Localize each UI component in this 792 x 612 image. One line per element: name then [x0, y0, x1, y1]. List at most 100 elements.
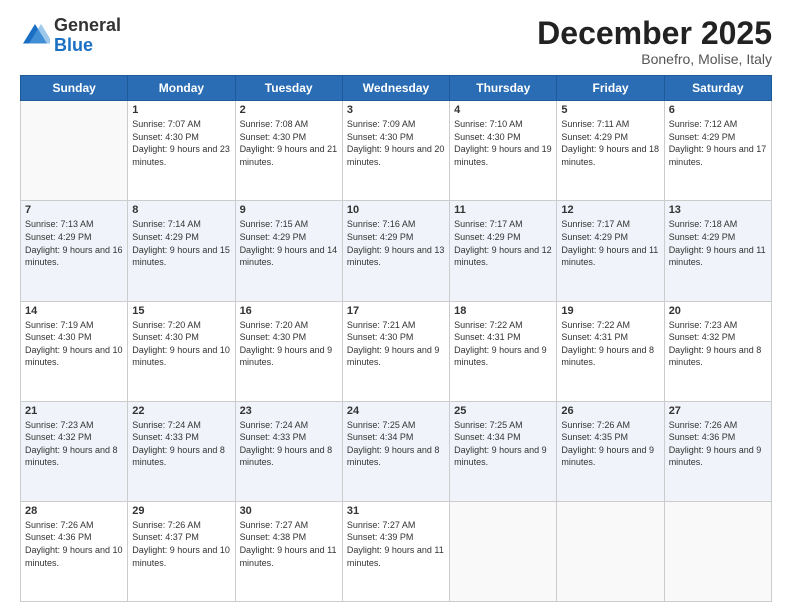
day-info: Sunrise: 7:20 AMSunset: 4:30 PMDaylight:…: [132, 319, 230, 369]
day-number: 2: [240, 104, 338, 116]
table-row: [21, 101, 128, 201]
table-row: 30 Sunrise: 7:27 AMSunset: 4:38 PMDayligh…: [235, 501, 342, 601]
day-number: 14: [25, 305, 123, 317]
day-number: 8: [132, 204, 230, 216]
table-row: [557, 501, 664, 601]
day-number: 26: [561, 405, 659, 417]
table-row: 8 Sunrise: 7:14 AMSunset: 4:29 PMDaylight…: [128, 201, 235, 301]
day-number: 24: [347, 405, 445, 417]
day-info: Sunrise: 7:25 AMSunset: 4:34 PMDaylight:…: [347, 419, 445, 469]
day-info: Sunrise: 7:27 AMSunset: 4:38 PMDaylight:…: [240, 519, 338, 569]
day-number: 12: [561, 204, 659, 216]
day-info: Sunrise: 7:17 AMSunset: 4:29 PMDaylight:…: [561, 218, 659, 268]
day-info: Sunrise: 7:22 AMSunset: 4:31 PMDaylight:…: [561, 319, 659, 369]
day-number: 30: [240, 505, 338, 517]
day-info: Sunrise: 7:24 AMSunset: 4:33 PMDaylight:…: [240, 419, 338, 469]
day-number: 10: [347, 204, 445, 216]
day-number: 19: [561, 305, 659, 317]
day-info: Sunrise: 7:26 AMSunset: 4:35 PMDaylight:…: [561, 419, 659, 469]
day-info: Sunrise: 7:14 AMSunset: 4:29 PMDaylight:…: [132, 218, 230, 268]
header-saturday: Saturday: [664, 76, 771, 101]
day-info: Sunrise: 7:13 AMSunset: 4:29 PMDaylight:…: [25, 218, 123, 268]
day-info: Sunrise: 7:09 AMSunset: 4:30 PMDaylight:…: [347, 118, 445, 168]
header-friday: Friday: [557, 76, 664, 101]
table-row: 15 Sunrise: 7:20 AMSunset: 4:30 PMDayligh…: [128, 301, 235, 401]
month-title: December 2025: [537, 16, 772, 51]
day-number: 22: [132, 405, 230, 417]
header-sunday: Sunday: [21, 76, 128, 101]
table-row: 29 Sunrise: 7:26 AMSunset: 4:37 PMDayligh…: [128, 501, 235, 601]
table-row: 27 Sunrise: 7:26 AMSunset: 4:36 PMDayligh…: [664, 401, 771, 501]
day-info: Sunrise: 7:17 AMSunset: 4:29 PMDaylight:…: [454, 218, 552, 268]
logo: General Blue: [20, 16, 121, 56]
day-number: 18: [454, 305, 552, 317]
day-info: Sunrise: 7:26 AMSunset: 4:36 PMDaylight:…: [25, 519, 123, 569]
day-info: Sunrise: 7:19 AMSunset: 4:30 PMDaylight:…: [25, 319, 123, 369]
header-monday: Monday: [128, 76, 235, 101]
table-row: 20 Sunrise: 7:23 AMSunset: 4:32 PMDayligh…: [664, 301, 771, 401]
day-info: Sunrise: 7:24 AMSunset: 4:33 PMDaylight:…: [132, 419, 230, 469]
day-info: Sunrise: 7:20 AMSunset: 4:30 PMDaylight:…: [240, 319, 338, 369]
day-number: 31: [347, 505, 445, 517]
table-row: 6Sunrise: 7:12 AMSunset: 4:29 PMDaylight…: [664, 101, 771, 201]
header: General Blue December 2025 Bonefro, Moli…: [20, 16, 772, 67]
table-row: 24 Sunrise: 7:25 AMSunset: 4:34 PMDayligh…: [342, 401, 449, 501]
table-row: 10Sunrise: 7:16 AMSunset: 4:29 PMDayligh…: [342, 201, 449, 301]
table-row: 28Sunrise: 7:26 AMSunset: 4:36 PMDayligh…: [21, 501, 128, 601]
page: General Blue December 2025 Bonefro, Moli…: [0, 0, 792, 612]
day-number: 3: [347, 104, 445, 116]
day-number: 21: [25, 405, 123, 417]
day-number: 27: [669, 405, 767, 417]
location-subtitle: Bonefro, Molise, Italy: [537, 51, 772, 67]
calendar-week-row: 21 Sunrise: 7:23 AMSunset: 4:32 PMDayligh…: [21, 401, 772, 501]
day-info: Sunrise: 7:22 AMSunset: 4:31 PMDaylight:…: [454, 319, 552, 369]
table-row: [450, 501, 557, 601]
day-info: Sunrise: 7:21 AMSunset: 4:30 PMDaylight:…: [347, 319, 445, 369]
calendar-table: Sunday Monday Tuesday Wednesday Thursday…: [20, 75, 772, 602]
table-row: 9Sunrise: 7:15 AMSunset: 4:29 PMDaylight…: [235, 201, 342, 301]
table-row: 18 Sunrise: 7:22 AMSunset: 4:31 PMDayligh…: [450, 301, 557, 401]
day-info: Sunrise: 7:08 AMSunset: 4:30 PMDaylight:…: [240, 118, 338, 168]
table-row: 4Sunrise: 7:10 AMSunset: 4:30 PMDaylight…: [450, 101, 557, 201]
weekday-header-row: Sunday Monday Tuesday Wednesday Thursday…: [21, 76, 772, 101]
logo-general-text: General: [54, 15, 121, 35]
day-number: 7: [25, 204, 123, 216]
table-row: 13Sunrise: 7:18 AMSunset: 4:29 PMDayligh…: [664, 201, 771, 301]
table-row: 23Sunrise: 7:24 AMSunset: 4:33 PMDayligh…: [235, 401, 342, 501]
header-wednesday: Wednesday: [342, 76, 449, 101]
day-info: Sunrise: 7:12 AMSunset: 4:29 PMDaylight:…: [669, 118, 767, 168]
logo-blue-text: Blue: [54, 35, 93, 55]
logo-icon: [20, 21, 50, 51]
title-block: December 2025 Bonefro, Molise, Italy: [537, 16, 772, 67]
day-info: Sunrise: 7:25 AMSunset: 4:34 PMDaylight:…: [454, 419, 552, 469]
day-number: 11: [454, 204, 552, 216]
day-number: 17: [347, 305, 445, 317]
day-info: Sunrise: 7:23 AMSunset: 4:32 PMDaylight:…: [25, 419, 123, 469]
table-row: 22 Sunrise: 7:24 AMSunset: 4:33 PMDayligh…: [128, 401, 235, 501]
table-row: 12 Sunrise: 7:17 AMSunset: 4:29 PMDayligh…: [557, 201, 664, 301]
table-row: 3 Sunrise: 7:09 AMSunset: 4:30 PMDaylight…: [342, 101, 449, 201]
day-info: Sunrise: 7:26 AMSunset: 4:36 PMDaylight:…: [669, 419, 767, 469]
day-number: 20: [669, 305, 767, 317]
table-row: 19 Sunrise: 7:22 AMSunset: 4:31 PMDayligh…: [557, 301, 664, 401]
day-info: Sunrise: 7:23 AMSunset: 4:32 PMDaylight:…: [669, 319, 767, 369]
day-number: 29: [132, 505, 230, 517]
table-row: 1 Sunrise: 7:07 AMSunset: 4:30 PMDaylight…: [128, 101, 235, 201]
table-row: [664, 501, 771, 601]
table-row: 5Sunrise: 7:11 AMSunset: 4:29 PMDaylight…: [557, 101, 664, 201]
table-row: 2 Sunrise: 7:08 AMSunset: 4:30 PMDaylight…: [235, 101, 342, 201]
table-row: 21 Sunrise: 7:23 AMSunset: 4:32 PMDayligh…: [21, 401, 128, 501]
day-info: Sunrise: 7:07 AMSunset: 4:30 PMDaylight:…: [132, 118, 230, 168]
day-info: Sunrise: 7:26 AMSunset: 4:37 PMDaylight:…: [132, 519, 230, 569]
day-number: 1: [132, 104, 230, 116]
table-row: 26 Sunrise: 7:26 AMSunset: 4:35 PMDayligh…: [557, 401, 664, 501]
table-row: 16 Sunrise: 7:20 AMSunset: 4:30 PMDayligh…: [235, 301, 342, 401]
day-number: 13: [669, 204, 767, 216]
day-info: Sunrise: 7:27 AMSunset: 4:39 PMDaylight:…: [347, 519, 445, 569]
day-number: 15: [132, 305, 230, 317]
table-row: 14 Sunrise: 7:19 AMSunset: 4:30 PMDayligh…: [21, 301, 128, 401]
day-info: Sunrise: 7:15 AMSunset: 4:29 PMDaylight:…: [240, 218, 338, 268]
calendar-week-row: 1 Sunrise: 7:07 AMSunset: 4:30 PMDaylight…: [21, 101, 772, 201]
day-number: 16: [240, 305, 338, 317]
calendar-week-row: 14 Sunrise: 7:19 AMSunset: 4:30 PMDayligh…: [21, 301, 772, 401]
